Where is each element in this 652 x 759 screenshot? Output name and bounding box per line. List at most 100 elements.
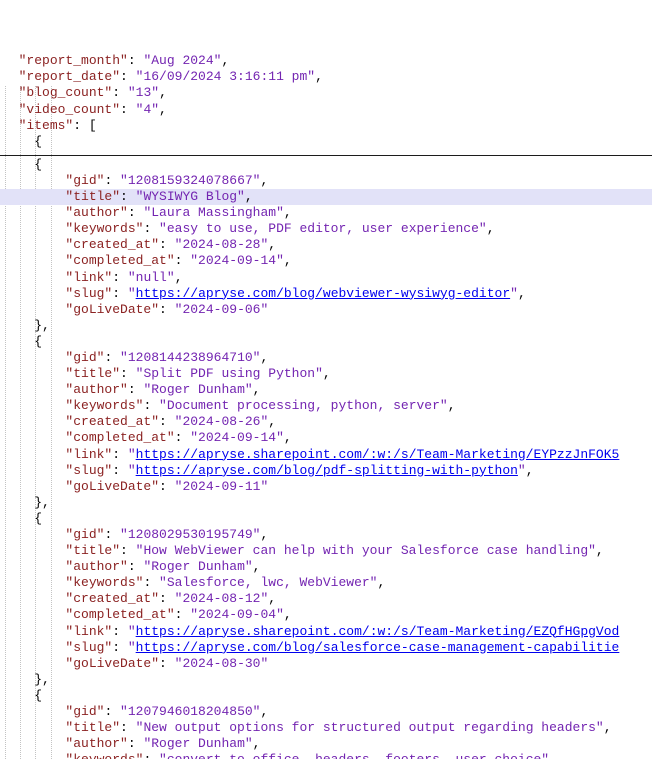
json-key: "title" <box>65 720 121 736</box>
colon: : <box>120 69 136 85</box>
json-field-line: "created_at": "2024-08-26", <box>3 414 652 430</box>
pane-splitter[interactable] <box>0 154 652 156</box>
json-key: "goLiveDate" <box>65 478 160 494</box>
comma: , <box>603 720 612 736</box>
json-key: "goLiveDate" <box>65 655 160 671</box>
json-key: "link" <box>65 623 113 639</box>
json-key: "keywords" <box>65 575 144 591</box>
json-value: "Laura Massingham" <box>143 205 284 221</box>
url-link[interactable]: https://apryse.com/blog/pdf-splitting-wi… <box>136 463 518 478</box>
comma: , <box>260 527 269 542</box>
close-quote: " <box>166 269 175 285</box>
json-field-line: "gid": "1208144238964710", <box>3 350 652 366</box>
open-quote: " <box>127 269 136 285</box>
colon: : <box>120 101 136 117</box>
comma: , <box>377 575 386 591</box>
json-field-line: "author": "Laura Massingham", <box>3 205 652 221</box>
json-value: "1208029530195749" <box>120 527 261 542</box>
colon: : <box>112 85 128 101</box>
colon: : <box>112 462 128 478</box>
colon: : <box>104 172 121 188</box>
json-viewer[interactable]: "report_month": "Aug 2024", "report_date… <box>0 0 652 759</box>
comma: , <box>525 462 534 478</box>
comma: , <box>244 189 253 205</box>
json-key: "gid" <box>65 349 105 365</box>
json-field-line: "completed_at": "2024-09-14", <box>3 253 652 269</box>
brace: }, <box>3 671 50 687</box>
json-field-line: "title": "New output options for structu… <box>3 720 652 736</box>
json-key: "title" <box>65 189 121 205</box>
json-value: "Aug 2024" <box>143 53 222 69</box>
json-key: "author" <box>65 205 128 221</box>
comma: , <box>283 205 292 221</box>
json-field-line: "title": "Split PDF using Python", <box>3 366 652 382</box>
json-field-line: "author": "Roger Dunham", <box>3 736 652 752</box>
colon: : <box>127 53 144 69</box>
colon: : <box>120 189 136 205</box>
colon: : <box>120 543 136 559</box>
url-link[interactable]: https://apryse.sharepoint.com/:w:/s/Team… <box>136 447 620 462</box>
json-value: "16/09/2024 3:16:11 pm" <box>135 69 316 85</box>
json-value: "13" <box>127 85 160 101</box>
colon: : <box>174 607 191 623</box>
url-link[interactable]: https://apryse.com/blog/salesforce-case-… <box>136 640 620 655</box>
close-quote: " <box>517 462 526 478</box>
json-value: "Roger Dunham" <box>143 736 253 752</box>
json-brace-line: }, <box>3 672 652 688</box>
close-quote: " <box>510 285 518 301</box>
comma: , <box>283 253 292 269</box>
colon: : <box>127 205 144 221</box>
open-quote: " <box>127 285 136 301</box>
json-field-line: "link": "https://apryse.sharepoint.com/:… <box>3 447 652 463</box>
comma: , <box>447 398 456 414</box>
comma: , <box>595 543 604 559</box>
url-link[interactable]: https://apryse.com/blog/webviewer-wysiwy… <box>136 286 510 301</box>
colon: : <box>112 269 128 285</box>
json-field-line: "video_count": "4", <box>3 102 652 118</box>
json-key: "items" <box>18 117 74 133</box>
json-field-line: "link": "https://apryse.sharepoint.com/:… <box>3 624 652 640</box>
json-key: "slug" <box>65 285 113 301</box>
json-brace-line: }, <box>3 318 652 334</box>
json-key: "slug" <box>65 462 113 478</box>
brace: { <box>3 687 43 703</box>
selected-line[interactable]: "title": "WYSIWYG Blog", <box>0 189 652 206</box>
json-key: "completed_at" <box>65 430 175 446</box>
json-brace-line: { <box>3 334 652 350</box>
json-key: "keywords" <box>65 221 144 237</box>
url-link[interactable]: https://apryse.sharepoint.com/:w:/s/Team… <box>136 624 620 639</box>
json-key: "slug" <box>65 639 113 655</box>
json-brace-line: { <box>3 134 652 150</box>
json-value: "Document processing, python, server" <box>159 398 448 414</box>
open-quote: " <box>127 446 136 462</box>
colon: : <box>120 366 136 382</box>
colon: : <box>112 285 128 301</box>
json-value: "Split PDF using Python" <box>135 366 323 382</box>
comma: , <box>159 101 167 117</box>
json-key: "blog_count" <box>18 85 113 101</box>
comma: , <box>252 559 261 575</box>
colon: : <box>127 382 144 398</box>
comma: , <box>221 53 230 69</box>
json-brace-line: { <box>3 688 652 704</box>
json-field-line: "report_date": "16/09/2024 3:16:11 pm", <box>3 69 652 85</box>
json-field-line: "keywords": "easy to use, PDF editor, us… <box>3 221 652 237</box>
json-brace-line: }, <box>3 495 652 511</box>
json-key: "created_at" <box>65 414 160 430</box>
